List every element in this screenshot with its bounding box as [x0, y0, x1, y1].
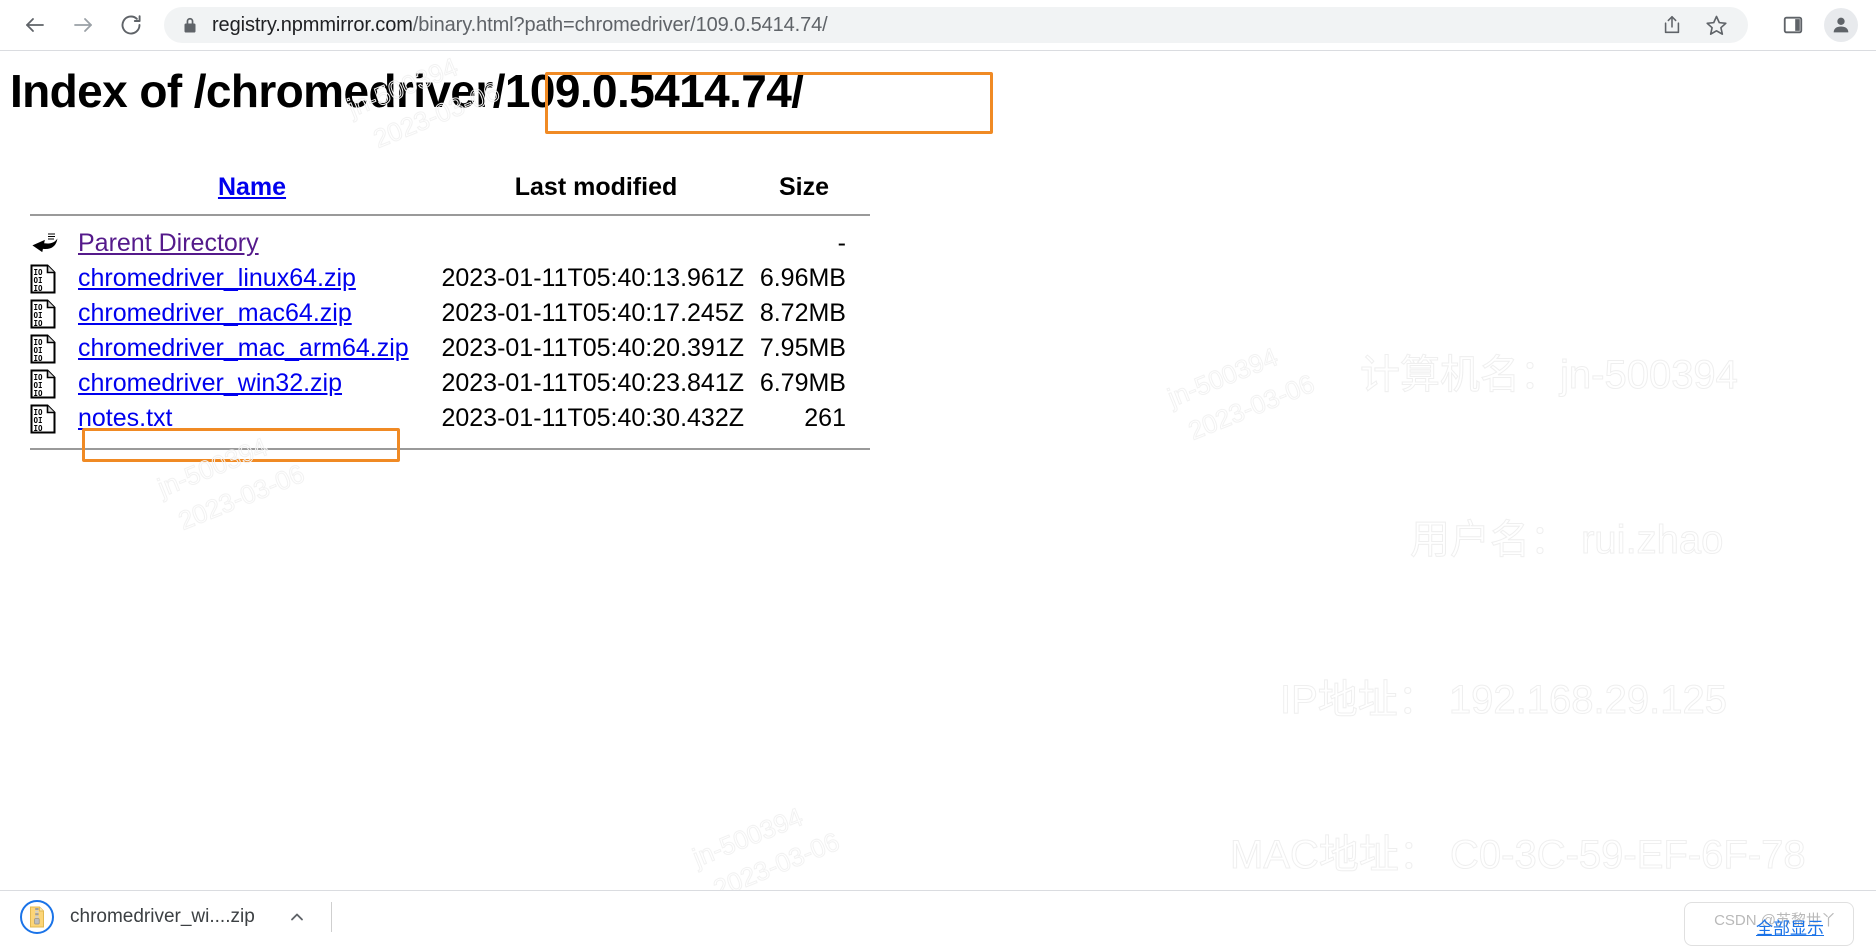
show-all-downloads-link[interactable]: 全部显示	[1756, 914, 1824, 939]
profile-avatar-icon	[1830, 14, 1852, 36]
watermark-user-name: 用户名： rui.zhao	[1410, 507, 1723, 565]
browser-toolbar: registry.npmmirror.com/binary.html?path=…	[0, 0, 1876, 51]
header-size: Size	[756, 173, 852, 202]
row-name: Parent Directory	[78, 229, 436, 258]
row-last-modified: 2023-01-11T05:40:20.391Z	[436, 334, 756, 363]
svg-text:IO: IO	[34, 284, 44, 293]
profile-avatar[interactable]	[1824, 8, 1858, 42]
omnibox-actions	[1658, 11, 1736, 39]
svg-text:IO: IO	[34, 319, 44, 328]
star-icon[interactable]	[1702, 11, 1730, 39]
link-chromedriver-win32[interactable]: chromedriver_win32.zip	[78, 369, 342, 397]
row-last-modified: 2023-01-11T05:40:23.841Z	[436, 369, 756, 398]
download-divider	[331, 902, 332, 932]
watermark-computer-name: 计算机名：jn-500394	[1360, 342, 1738, 400]
side-panel-icon	[1782, 14, 1804, 36]
parent-directory-icon	[30, 231, 78, 257]
header-name: Name	[78, 173, 436, 202]
row-size: 6.79MB	[756, 369, 852, 398]
row-size: 8.72MB	[756, 299, 852, 328]
table-row[interactable]: IO OI IO notes.txt 2023-01-11T05:40:30.4…	[30, 401, 870, 436]
row-name: chromedriver_mac64.zip	[78, 299, 436, 328]
zip-file-icon	[20, 900, 54, 934]
binary-file-icon: IO OI IO	[30, 264, 78, 294]
svg-text:IO: IO	[34, 389, 44, 398]
row-last-modified: 2023-01-11T05:40:13.961Z	[436, 264, 756, 293]
share-icon[interactable]	[1658, 11, 1686, 39]
table-row[interactable]: IO OI IO chromedriver_win32.zip 2023-01-…	[30, 366, 870, 401]
watermark-diagonal-host-4: jn-500394	[688, 801, 807, 873]
reload-icon	[119, 13, 143, 37]
side-panel-button[interactable]	[1772, 4, 1814, 46]
watermark-diagonal-host-3: jn-500394	[1163, 341, 1282, 413]
watermark-diagonal-date-4: 2023-03-06	[709, 826, 844, 890]
url-host: registry.npmmirror.com	[212, 14, 413, 36]
table-row[interactable]: IO OI IO chromedriver_mac_arm64.zip 2023…	[30, 331, 870, 366]
listing-top-divider	[30, 214, 870, 216]
binary-file-icon: IO OI IO	[30, 369, 78, 399]
listing-bottom-divider	[30, 448, 870, 450]
forward-button[interactable]	[62, 4, 104, 46]
page-content: Index of /chromedriver/109.0.5414.74/ Na…	[0, 52, 1876, 890]
download-menu-button[interactable]	[277, 897, 317, 937]
download-item[interactable]: chromedriver_wi....zip	[20, 891, 332, 943]
page-title: Index of /chromedriver/109.0.5414.74/	[10, 62, 803, 120]
link-notes-txt[interactable]: notes.txt	[78, 404, 173, 432]
sort-by-name-link[interactable]: Name	[218, 173, 286, 201]
toolbar-right-actions	[1758, 4, 1876, 46]
link-parent-directory[interactable]: Parent Directory	[78, 229, 259, 257]
watermark-ip-address: IP地址： 192.168.29.125	[1280, 667, 1727, 725]
directory-listing: Name Last modified Size Parent Directory…	[30, 162, 870, 450]
row-last-modified: 2023-01-11T05:40:30.432Z	[436, 404, 756, 433]
row-last-modified: 2023-01-11T05:40:17.245Z	[436, 299, 756, 328]
row-name: chromedriver_win32.zip	[78, 369, 436, 398]
back-button[interactable]	[14, 4, 56, 46]
row-size: 7.95MB	[756, 334, 852, 363]
row-size: 261	[756, 404, 852, 433]
url-path: /binary.html?path=chromedriver/109.0.541…	[413, 14, 828, 36]
forward-arrow-icon	[71, 13, 95, 37]
address-bar[interactable]: registry.npmmirror.com/binary.html?path=…	[164, 7, 1748, 43]
link-chromedriver-linux64[interactable]: chromedriver_linux64.zip	[78, 264, 356, 292]
download-filename: chromedriver_wi....zip	[70, 906, 255, 928]
header-last-modified: Last modified	[436, 173, 756, 202]
lock-icon	[182, 16, 198, 34]
download-shelf: chromedriver_wi....zip CSDN @苏黎世丫 全部显示	[0, 890, 1876, 942]
table-row[interactable]: IO OI IO chromedriver_mac64.zip 2023-01-…	[30, 296, 870, 331]
url-text: registry.npmmirror.com/binary.html?path=…	[212, 14, 828, 37]
watermark-diagonal-date-1: 2023-03-06	[174, 458, 309, 537]
svg-text:IO: IO	[34, 354, 44, 363]
watermark-mac-address: MAC地址： C0-3C-59-EF-6F-78	[1230, 822, 1806, 880]
reload-button[interactable]	[110, 4, 152, 46]
row-size: 6.96MB	[756, 264, 852, 293]
back-arrow-icon	[23, 13, 47, 37]
binary-file-icon: IO OI IO	[30, 334, 78, 364]
link-chromedriver-mac64[interactable]: chromedriver_mac64.zip	[78, 299, 352, 327]
table-row[interactable]: Parent Directory -	[30, 226, 870, 261]
row-size: -	[756, 229, 852, 258]
row-name: notes.txt	[78, 404, 436, 433]
link-chromedriver-mac-arm64[interactable]: chromedriver_mac_arm64.zip	[78, 334, 409, 362]
svg-text:IO: IO	[34, 424, 44, 433]
chevron-up-icon	[287, 907, 307, 927]
binary-file-icon: IO OI IO	[30, 299, 78, 329]
table-row[interactable]: IO OI IO chromedriver_linux64.zip 2023-0…	[30, 261, 870, 296]
row-name: chromedriver_linux64.zip	[78, 264, 436, 293]
row-name: chromedriver_mac_arm64.zip	[78, 334, 436, 363]
binary-file-icon: IO OI IO	[30, 404, 78, 434]
listing-header-row: Name Last modified Size	[30, 162, 870, 202]
watermark-diagonal-date-3: 2023-03-06	[1184, 368, 1319, 447]
